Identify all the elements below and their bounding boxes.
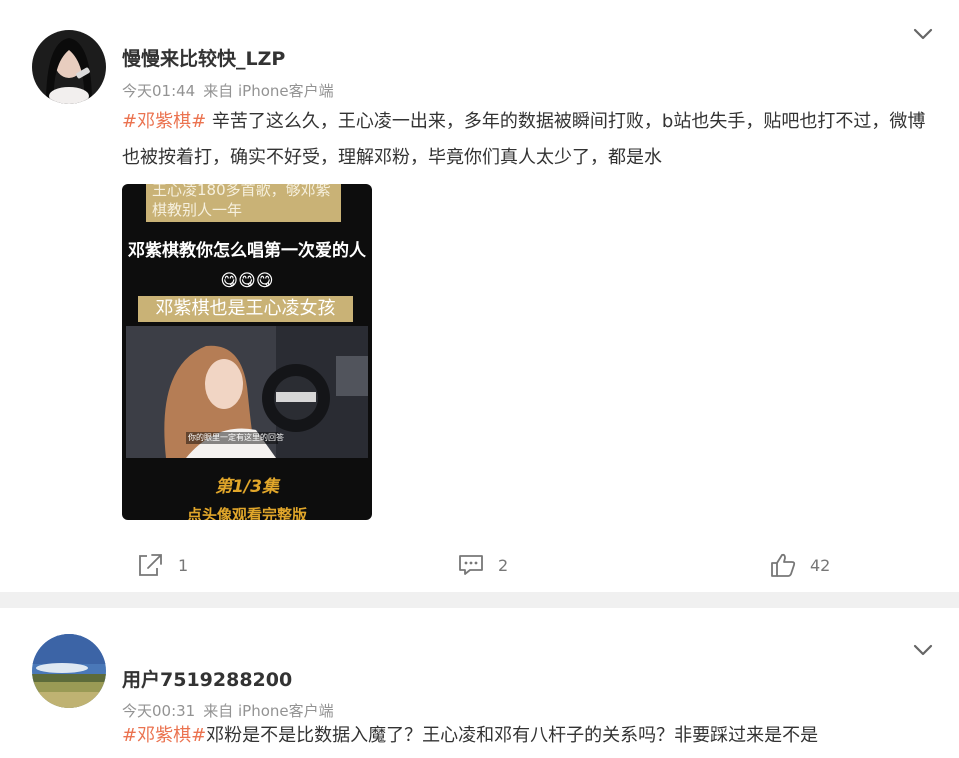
post-card: 用户7519288200 今天00:31 来自 iPhone客户端 #邓紫棋#邓粉…: [0, 608, 959, 758]
post-content: #邓紫棋#邓粉是不是比数据入魔了？王心凌和邓有八杆子的关系吗？非要踩过来是不是: [122, 718, 929, 754]
post-time[interactable]: 今天01:44: [122, 82, 195, 100]
post-content: #邓紫棋# 辛苦了这么久，王心凌一出来，多年的数据被瞬间打败，b站也失手，贴吧也…: [122, 104, 929, 176]
video-thumbnail[interactable]: 王心凌180多首歌，够邓紫棋教别人一年 邓紫棋教你怎么唱第一次爱的人😋😋😋 邓紫…: [122, 184, 372, 520]
share-icon: [139, 554, 162, 576]
caption-band: 邓紫棋也是王心凌女孩: [138, 296, 353, 322]
hashtag-link[interactable]: #邓紫棋#: [122, 111, 206, 132]
action-bar: 1 2 42: [0, 548, 959, 582]
like-button[interactable]: 42: [770, 548, 830, 582]
caption-question: 邓紫棋教你怎么唱第一次爱的人😋😋😋: [128, 241, 366, 291]
share-button[interactable]: 1: [136, 548, 188, 582]
like-count: 42: [810, 555, 831, 575]
caption-top: 王心凌180多首歌，够邓紫棋教别人一年: [146, 184, 341, 222]
hashtag-link[interactable]: #邓紫棋#: [122, 725, 206, 746]
avatar[interactable]: [32, 634, 106, 708]
comment-icon: [459, 555, 483, 575]
comment-count: 2: [498, 555, 509, 575]
promo-label: 点头像观看完整版: [186, 506, 307, 520]
comment-button[interactable]: 2: [458, 548, 508, 582]
post-meta: 今天01:44 来自 iPhone客户端: [122, 80, 334, 101]
episode-label: 第1/3集: [215, 477, 279, 497]
post-source: 来自 iPhone客户端: [203, 82, 334, 100]
chevron-down-icon[interactable]: [913, 28, 933, 40]
post-divider: [0, 592, 959, 608]
video-frame: 你的眼里一定有这里的回答: [126, 326, 368, 458]
chevron-down-icon[interactable]: [913, 644, 933, 656]
post-card: 慢慢来比较快_LZP 今天01:44 来自 iPhone客户端 #邓紫棋# 辛苦了…: [0, 0, 959, 592]
username[interactable]: 慢慢来比较快_LZP: [122, 44, 285, 71]
like-icon: [771, 553, 796, 577]
post-text: 邓粉是不是比数据入魔了？王心凌和邓有八杆子的关系吗？非要踩过来是不是: [206, 725, 819, 746]
post-text: 辛苦了这么久，王心凌一出来，多年的数据被瞬间打败，b站也失手，贴吧也打不过，微博…: [122, 111, 926, 168]
share-count: 1: [178, 555, 189, 575]
weibo-feed: 慢慢来比较快_LZP 今天01:44 来自 iPhone客户端 #邓紫棋# 辛苦了…: [0, 0, 959, 758]
avatar[interactable]: [32, 30, 106, 104]
video-subtitle: 你的眼里一定有这里的回答: [188, 433, 284, 442]
username[interactable]: 用户7519288200: [122, 665, 292, 692]
